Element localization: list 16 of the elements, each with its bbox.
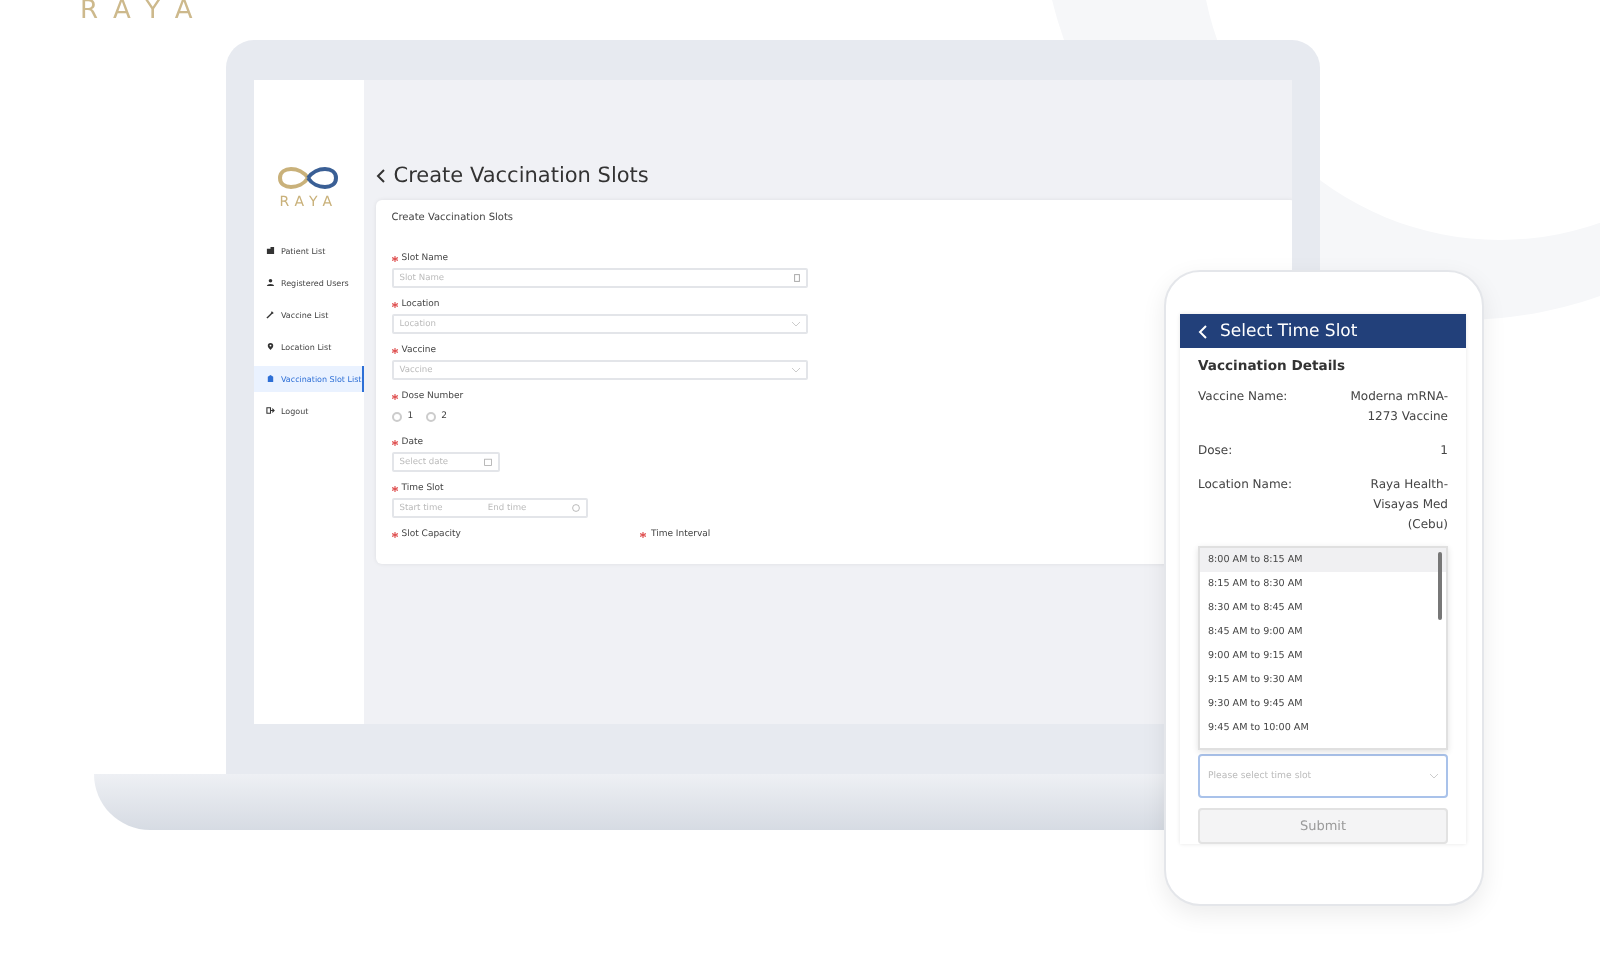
menu-item-icon — [266, 406, 275, 416]
chevron-down-icon — [1430, 773, 1438, 779]
page-title: Create Vaccination Slots — [393, 164, 649, 188]
screen-title: Select Time Slot — [1220, 321, 1358, 341]
menu-item-icon — [266, 374, 275, 384]
menu-item-icon — [266, 342, 275, 352]
menu-item-icon — [266, 310, 275, 320]
calendar-icon — [483, 458, 492, 466]
card-icon — [793, 274, 800, 282]
scrollbar — [1438, 552, 1442, 620]
chevron-down-icon — [791, 367, 800, 373]
chevron-down-icon — [791, 321, 800, 327]
back-icon[interactable] — [375, 168, 386, 184]
clock-icon — [571, 504, 580, 512]
menu-item-icon — [266, 246, 275, 256]
menu-item-icon — [266, 278, 275, 288]
